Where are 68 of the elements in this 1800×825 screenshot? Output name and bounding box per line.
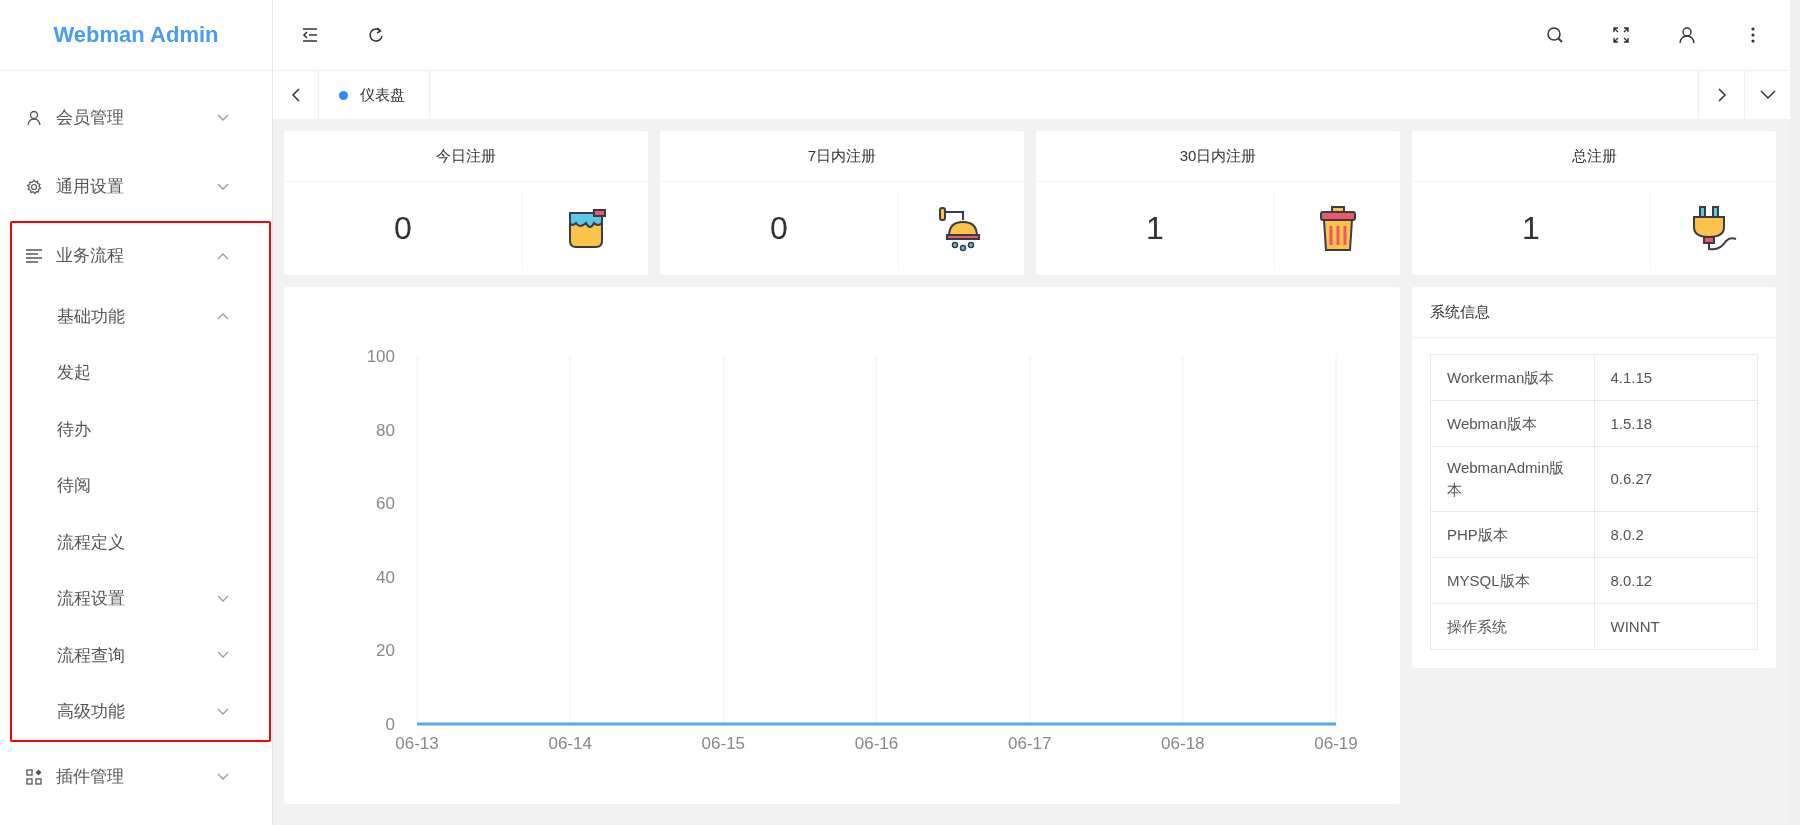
chevron-icon bbox=[217, 594, 229, 603]
stat-value: 1 bbox=[1521, 210, 1541, 247]
stat-value: 0 bbox=[393, 210, 413, 247]
search-icon[interactable] bbox=[1546, 26, 1564, 44]
menu-item[interactable]: 通用设置 bbox=[12, 154, 269, 219]
y-tick-label: 60 bbox=[376, 494, 395, 514]
stat-value: 1 bbox=[1145, 210, 1165, 247]
y-tick-label: 20 bbox=[376, 641, 395, 661]
refresh-icon[interactable] bbox=[367, 26, 385, 44]
y-tick-label: 0 bbox=[385, 715, 395, 734]
trash-can-icon bbox=[1317, 204, 1358, 253]
y-tick-label: 100 bbox=[366, 347, 395, 366]
chevron-right-icon bbox=[1716, 88, 1727, 102]
menu-item[interactable]: 待办 bbox=[12, 401, 269, 458]
chevron-icon bbox=[217, 182, 229, 191]
table-cell: Webman版本 bbox=[1430, 400, 1594, 447]
collapse-menu-icon[interactable] bbox=[301, 26, 319, 44]
chevron-icon bbox=[217, 251, 229, 260]
x-tick-label: 06-18 bbox=[1161, 734, 1205, 753]
table-cell: 0.6.27 bbox=[1594, 446, 1758, 512]
settings-icon bbox=[26, 178, 42, 195]
logo-text: Webman Admin bbox=[53, 22, 219, 48]
table-cell: 8.0.2 bbox=[1594, 511, 1758, 558]
menu-item[interactable]: 流程设置 bbox=[12, 570, 269, 627]
stat-title: 30日内注册 bbox=[1179, 146, 1257, 166]
menu-item[interactable]: 待阅 bbox=[12, 457, 269, 514]
user-icon[interactable] bbox=[1678, 26, 1696, 44]
x-tick-label: 06-13 bbox=[395, 734, 439, 753]
table-cell: MYSQL版本 bbox=[1430, 557, 1594, 604]
menu-item[interactable]: 业务流程 bbox=[12, 223, 269, 288]
table-cell: Workerman版本 bbox=[1430, 354, 1594, 401]
table-cell: 4.1.15 bbox=[1594, 354, 1758, 401]
table-cell: PHP版本 bbox=[1430, 511, 1594, 558]
x-tick-label: 06-19 bbox=[1314, 734, 1358, 753]
chevron-icon bbox=[217, 772, 229, 781]
y-tick-label: 80 bbox=[376, 420, 395, 440]
table-cell: 操作系统 bbox=[1430, 603, 1594, 650]
chevron-left-icon bbox=[290, 88, 301, 102]
table-cell: WebmanAdmin版本 bbox=[1430, 446, 1594, 512]
table-cell: WINNT bbox=[1594, 603, 1758, 650]
stat-title: 今日注册 bbox=[436, 146, 496, 166]
chevron-icon bbox=[217, 651, 229, 660]
menu-item[interactable]: 插件管理 bbox=[12, 744, 269, 809]
table-cell: 8.0.12 bbox=[1594, 557, 1758, 604]
menu-item[interactable]: 基础功能 bbox=[12, 288, 269, 345]
user-icon bbox=[26, 109, 42, 126]
fullscreen-icon[interactable] bbox=[1612, 26, 1630, 44]
list-icon bbox=[26, 248, 42, 263]
table-cell: 1.5.18 bbox=[1594, 400, 1758, 447]
menu-item[interactable]: 发起 bbox=[12, 344, 269, 401]
chevron-icon bbox=[217, 707, 229, 716]
grid-icon bbox=[26, 768, 42, 785]
stat-value: 0 bbox=[769, 210, 789, 247]
menu-item[interactable]: 会员管理 bbox=[12, 85, 269, 150]
menu-item[interactable]: 流程查询 bbox=[12, 627, 269, 684]
stat-title: 总注册 bbox=[1571, 146, 1617, 166]
x-tick-label: 06-16 bbox=[854, 734, 899, 753]
menu-item[interactable]: 流程定义 bbox=[12, 514, 269, 571]
panel-title: 系统信息 bbox=[1430, 302, 1490, 322]
x-tick-label: 06-14 bbox=[548, 734, 592, 753]
chevron-icon bbox=[217, 312, 229, 321]
chevron-down-icon bbox=[1759, 90, 1776, 100]
x-tick-label: 06-15 bbox=[701, 734, 746, 753]
y-tick-label: 40 bbox=[376, 567, 395, 587]
x-tick-label: 06-17 bbox=[1007, 734, 1052, 753]
chevron-icon bbox=[217, 113, 229, 122]
stat-title: 7日内注册 bbox=[807, 146, 877, 166]
menu-item[interactable]: 高级功能 bbox=[12, 683, 269, 740]
